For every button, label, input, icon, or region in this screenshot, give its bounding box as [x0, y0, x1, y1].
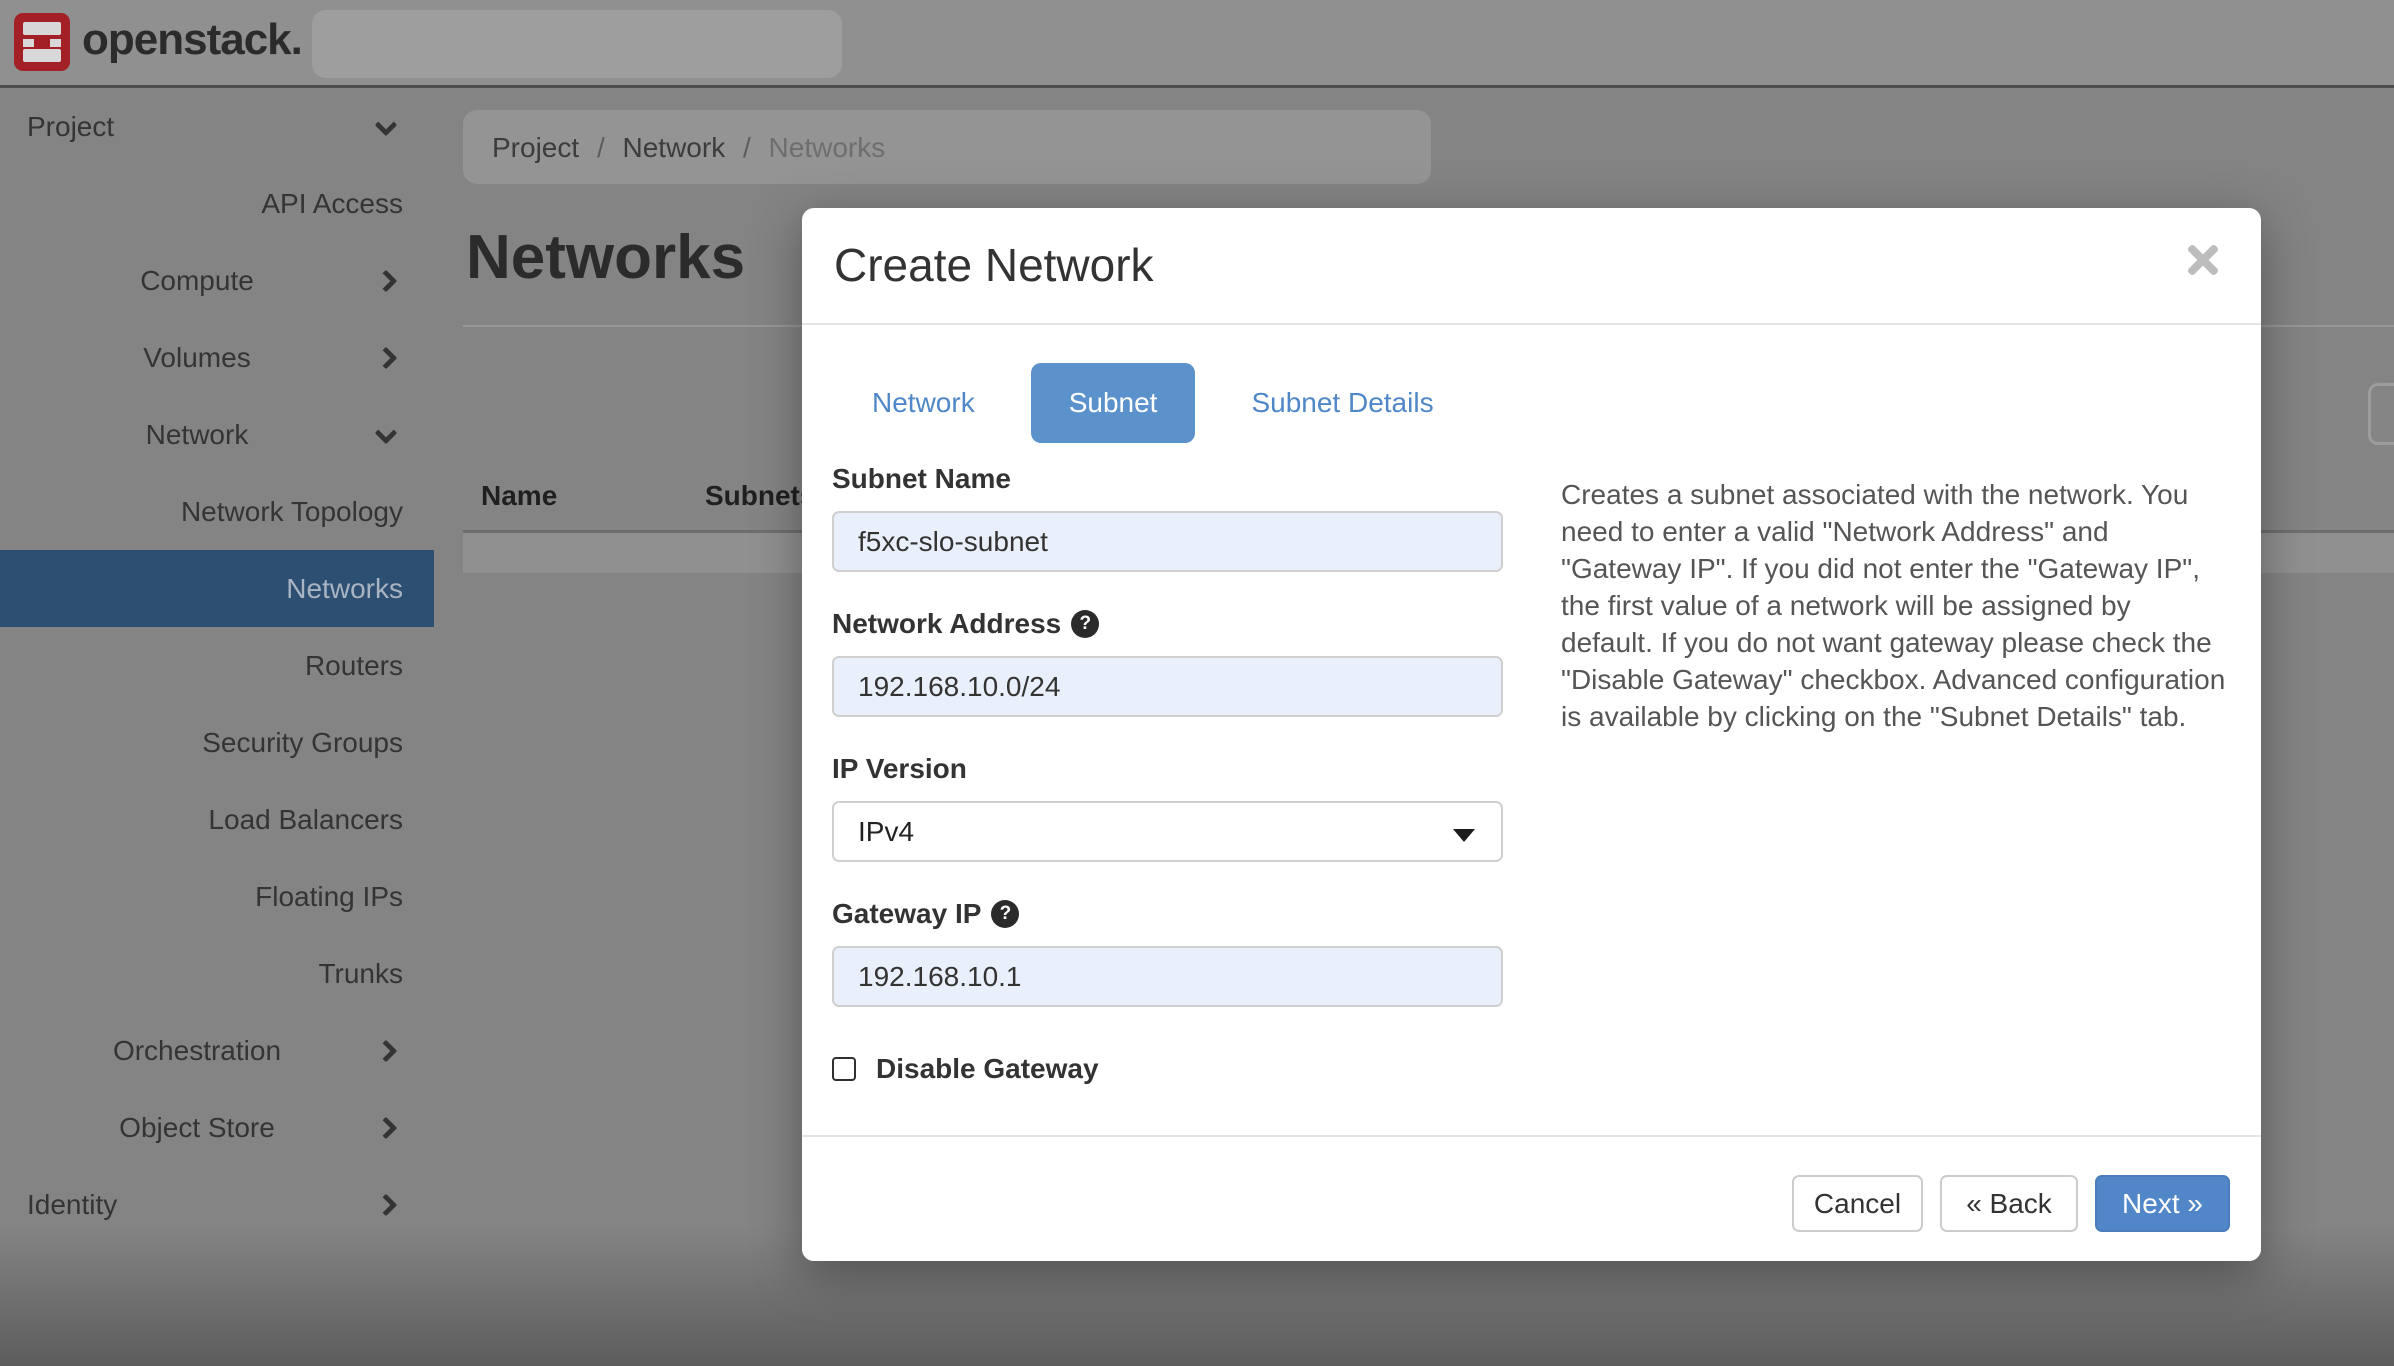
network-address-input[interactable]: [832, 656, 1503, 717]
breadcrumb-separator: /: [743, 132, 751, 163]
ip-version-select[interactable]: IPv4: [832, 801, 1503, 862]
back-button[interactable]: « Back: [1940, 1175, 2078, 1232]
wizard-tabs: Network Subnet Subnet Details: [834, 363, 1472, 443]
sidebar-item-label: Compute: [0, 265, 394, 297]
sidebar-nav: Project API Access Compute Volumes Netwo…: [0, 88, 434, 1366]
sidebar-item-object-store[interactable]: Object Store: [0, 1089, 434, 1166]
sidebar-item-routers[interactable]: Routers: [0, 627, 434, 704]
modal-title: Create Network: [834, 238, 1154, 292]
next-button[interactable]: Next »: [2095, 1175, 2230, 1232]
sidebar-item-trunks[interactable]: Trunks: [0, 935, 434, 1012]
sidebar-item-label: Object Store: [0, 1112, 394, 1144]
select-caret-icon: [1453, 829, 1475, 842]
sidebar-item-label: Network Topology: [181, 496, 434, 528]
sidebar-item-label: Load Balancers: [208, 804, 434, 836]
sidebar-item-compute[interactable]: Compute: [0, 242, 434, 319]
sidebar-item-label: Network: [0, 419, 394, 451]
tab-network[interactable]: Network: [834, 387, 1013, 419]
sidebar-item-network[interactable]: Network: [0, 396, 434, 473]
sidebar-item-security-groups[interactable]: Security Groups: [0, 704, 434, 781]
modal-header: Create Network: [802, 208, 2261, 325]
sidebar-item-label: Volumes: [0, 342, 394, 374]
sidebar-item-label: Trunks: [318, 958, 434, 990]
sidebar-item-orchestration[interactable]: Orchestration: [0, 1012, 434, 1089]
breadcrumb-separator: /: [597, 132, 605, 163]
sidebar-item-label: Project: [0, 111, 114, 143]
modal-footer: Cancel « Back Next »: [802, 1135, 2261, 1261]
sidebar-item-label: Floating IPs: [255, 881, 434, 913]
close-icon[interactable]: [2185, 242, 2221, 278]
sidebar-item-volumes[interactable]: Volumes: [0, 319, 434, 396]
sidebar-item-label: Routers: [305, 650, 434, 682]
sidebar-item-label: Security Groups: [202, 727, 434, 759]
help-icon[interactable]: ?: [1071, 610, 1099, 638]
subnet-name-label: Subnet Name: [832, 463, 1507, 495]
breadcrumb-project[interactable]: Project: [492, 132, 579, 163]
sidebar-item-floating-ips[interactable]: Floating IPs: [0, 858, 434, 935]
tab-subnet-details[interactable]: Subnet Details: [1213, 387, 1471, 419]
gateway-ip-input[interactable]: [832, 946, 1503, 1007]
cancel-button[interactable]: Cancel: [1792, 1175, 1923, 1232]
chevron-right-icon: [375, 1193, 398, 1216]
table-header-name: Name: [481, 480, 557, 512]
sidebar-item-label: Identity: [0, 1189, 117, 1221]
sidebar-item-networks[interactable]: Networks: [0, 550, 434, 627]
sidebar-item-label: Networks: [286, 573, 434, 605]
breadcrumb-networks-current: Networks: [769, 132, 886, 163]
chevron-down-icon: [375, 114, 398, 137]
subnet-form: Subnet Name Network Address ? IP Version…: [832, 463, 1507, 1085]
table-header-subnets: Subnets: [705, 480, 815, 512]
subnet-help-text: Creates a subnet associated with the net…: [1561, 476, 2226, 735]
openstack-logo-text: openstack.: [82, 15, 302, 65]
topbar-highlight-region: [312, 10, 842, 78]
sidebar-item-project[interactable]: Project: [0, 88, 434, 165]
disable-gateway-label: Disable Gateway: [876, 1053, 1099, 1085]
help-icon[interactable]: ?: [991, 900, 1019, 928]
sidebar-item-network-topology[interactable]: Network Topology: [0, 473, 434, 550]
openstack-logo-icon[interactable]: [14, 13, 70, 71]
ip-version-label: IP Version: [832, 753, 1507, 785]
network-address-label: Network Address ?: [832, 608, 1507, 640]
subnet-name-input[interactable]: [832, 511, 1503, 572]
sidebar-item-label: API Access: [261, 188, 434, 220]
gateway-ip-label: Gateway IP ?: [832, 898, 1507, 930]
screen: openstack. Project API Access Compute Vo…: [0, 0, 2394, 1366]
sidebar-item-api-access[interactable]: API Access: [0, 165, 434, 242]
tab-subnet[interactable]: Subnet: [1031, 363, 1196, 443]
breadcrumb-network[interactable]: Network: [623, 132, 726, 163]
breadcrumb: Project / Network / Networks: [492, 132, 885, 164]
create-network-modal: Create Network Network Subnet Subnet Det…: [802, 208, 2261, 1261]
page-title: Networks: [466, 222, 745, 293]
sidebar-item-label: Orchestration: [0, 1035, 394, 1067]
cropped-button-edge[interactable]: [2368, 383, 2394, 445]
disable-gateway-checkbox[interactable]: [832, 1057, 856, 1081]
disable-gateway-row: Disable Gateway: [832, 1053, 1507, 1085]
top-navbar: openstack.: [0, 0, 2394, 88]
sidebar-item-load-balancers[interactable]: Load Balancers: [0, 781, 434, 858]
